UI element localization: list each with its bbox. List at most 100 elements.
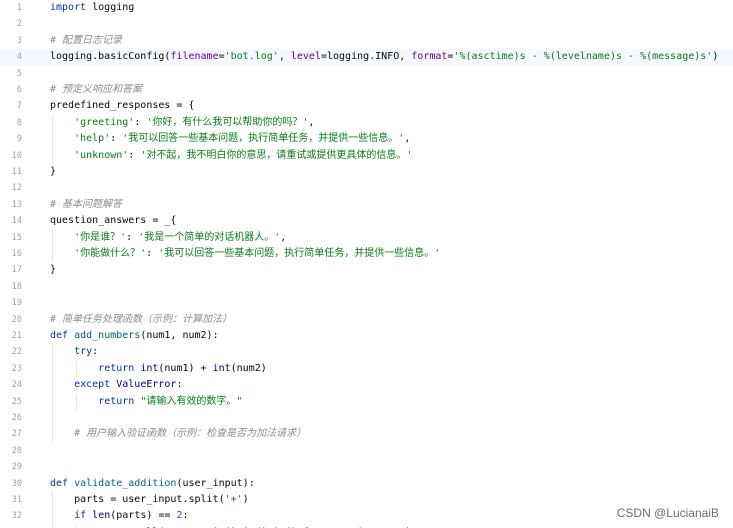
code-token: "请输入有效的数字。" <box>140 395 243 407</box>
indent-guide <box>52 344 53 443</box>
code-token: '我可以回答一些基本问题，执行简单任务，并提供一些信息。' <box>158 248 441 259</box>
code-line[interactable]: 6 # 预定义响应和答案 <box>0 82 733 98</box>
code-line[interactable]: 12 <box>0 180 733 196</box>
code-line[interactable]: 1 import logging <box>0 0 733 16</box>
code-token: : <box>128 149 141 161</box>
code-token: (user_input): <box>176 477 255 489</box>
code-line[interactable]: 5 <box>0 66 733 82</box>
code-text[interactable]: # 用户输入验证函数（示例：检查是否为加法请求） <box>50 426 306 442</box>
code-text[interactable]: # 预定义响应和答案 <box>50 82 142 98</box>
line-number: 13 <box>11 199 22 210</box>
code-token: question_answers = _{ <box>50 215 177 227</box>
code-token: except <box>74 379 111 391</box>
code-line[interactable]: 27 # 用户输入验证函数（示例：检查是否为加法请求） <box>0 426 733 442</box>
line-number: 18 <box>11 281 22 292</box>
code-token: 'help' <box>74 133 111 145</box>
code-text[interactable]: logging.basicConfig(filename='bot.log', … <box>50 49 718 65</box>
code-token: (num2) <box>230 362 267 374</box>
code-token: : <box>134 116 147 128</box>
code-token: : <box>126 231 139 243</box>
line-number: 11 <box>11 167 22 177</box>
code-token: filename <box>170 51 219 63</box>
code-line[interactable]: 30 def validate_addition(user_input): <box>0 476 733 492</box>
code-text[interactable]: def add_numbers(num1, num2): <box>50 328 219 344</box>
code-token: format <box>411 51 448 63</box>
code-text[interactable]: 'help': '我可以回答一些基本问题，执行简单任务，并提供一些信息。', <box>50 131 410 147</box>
code-text[interactable]: return "请输入有效的数字。" <box>50 394 242 410</box>
code-text[interactable]: } <box>50 262 56 278</box>
code-token: def <box>50 477 69 489</box>
code-line[interactable]: 2 <box>0 16 733 32</box>
code-line[interactable]: 16 '你能做什么？': '我可以回答一些基本问题，执行简单任务，并提供一些信息… <box>0 246 733 262</box>
code-text[interactable]: parts = user_input.split('+') <box>50 492 249 508</box>
code-line[interactable]: 9 'help': '我可以回答一些基本问题，执行简单任务，并提供一些信息。', <box>0 131 733 147</box>
code-token: add_numbers <box>74 330 141 341</box>
code-line[interactable]: 11} <box>0 164 733 180</box>
line-number: 15 <box>11 232 22 243</box>
code-text[interactable]: # 基本问题解答 <box>50 197 122 213</box>
line-number: 1 <box>16 3 22 13</box>
code-text[interactable]: # 简单任务处理函数（示例：计算加法） <box>50 312 232 328</box>
code-token: import <box>50 2 87 13</box>
code-token: return <box>98 395 135 407</box>
code-text[interactable]: return int(num1) + int(num2) <box>50 361 267 377</box>
code-text[interactable]: '你是谁？': '我是一个简单的对话机器人。', <box>50 230 286 246</box>
code-token: def <box>50 330 69 341</box>
line-number: 14 <box>11 216 22 227</box>
line-number: 23 <box>11 363 22 374</box>
code-line[interactable]: 8 'greeting': '你好，有什么我可以帮助你的吗？', <box>0 115 733 131</box>
code-line[interactable]: 28 <box>0 443 733 459</box>
code-token: # 基本问题解答 <box>50 198 123 210</box>
code-line[interactable]: 15 '你是谁？': '我是一个简单的对话机器人。', <box>0 230 733 246</box>
line-number: 3 <box>16 35 22 46</box>
code-line[interactable]: 25 return "请输入有效的数字。" <box>0 394 733 410</box>
code-text[interactable]: # 配置日志记录 <box>50 33 122 49</box>
code-token: '你能做什么？' <box>74 248 147 259</box>
indent-guide <box>52 492 53 528</box>
code-line[interactable]: 17} <box>0 262 733 278</box>
code-editor[interactable]: 1 import logging 2 3 # 配置日志记录 4 logging.basicC… <box>0 0 733 528</box>
code-token: try <box>74 346 93 358</box>
code-line[interactable]: 3 # 配置日志记录 <box>0 33 733 49</box>
code-text[interactable]: if len(parts) == 2: <box>50 508 188 524</box>
code-text[interactable]: } <box>50 164 56 180</box>
code-text[interactable]: try: <box>50 344 98 360</box>
code-text[interactable]: question_answers = _{ <box>50 213 176 229</box>
indent-guide <box>52 229 53 263</box>
code-line[interactable]: 24 except ValueError: <box>0 377 733 393</box>
code-line[interactable]: 18 <box>0 279 733 295</box>
line-number: 2 <box>16 19 22 30</box>
code-line[interactable]: 14 question_answers = _{ <box>0 213 733 229</box>
code-line[interactable]: 10 'unknown': '对不起，我不明白你的意思，请重试或提供更具体的信息… <box>0 148 733 164</box>
code-line[interactable]: 4 logging.basicConfig(filename='bot.log',… <box>0 49 733 66</box>
code-line[interactable]: 7 predefined_responses = { <box>0 98 733 114</box>
code-token: # 用户输入验证函数（示例：检查是否为加法请求） <box>74 428 307 440</box>
code-line[interactable]: 22 try: <box>0 344 733 360</box>
code-line[interactable]: 23 return int(num1) + int(num2) <box>0 361 733 377</box>
code-token: '我可以回答一些基本问题，执行简单任务，并提供一些信息。' <box>122 133 405 145</box>
code-line[interactable]: 13 # 基本问题解答 <box>0 197 733 213</box>
code-text[interactable]: def validate_addition(user_input): <box>50 476 255 492</box>
code-line[interactable]: 26 <box>0 410 733 426</box>
code-text[interactable]: predefined_responses = { <box>50 98 195 114</box>
code-text[interactable]: import logging <box>50 0 134 16</box>
line-number: 30 <box>11 478 22 489</box>
code-line[interactable]: 29 <box>0 459 733 475</box>
code-text[interactable]: except ValueError: <box>50 377 182 393</box>
line-number: 25 <box>11 396 22 407</box>
code-token: validate_addition <box>74 477 177 489</box>
code-line[interactable]: 21 def add_numbers(num1, num2): <box>0 328 733 344</box>
code-text[interactable]: '你能做什么？': '我可以回答一些基本问题，执行简单任务，并提供一些信息。' <box>50 246 440 262</box>
code-line[interactable]: 19 <box>0 295 733 311</box>
code-token: } <box>50 264 57 276</box>
indent-guide <box>52 114 53 164</box>
watermark: CSDN @LucianaiB <box>616 506 719 520</box>
code-line[interactable]: 20 # 简单任务处理函数（示例：计算加法） <box>0 312 733 328</box>
code-text[interactable]: 'unknown': '对不起，我不明白你的意思，请重试或提供更具体的信息。' <box>50 148 412 164</box>
code-text[interactable]: 'greeting': '你好，有什么我可以帮助你的吗？', <box>50 115 314 131</box>
